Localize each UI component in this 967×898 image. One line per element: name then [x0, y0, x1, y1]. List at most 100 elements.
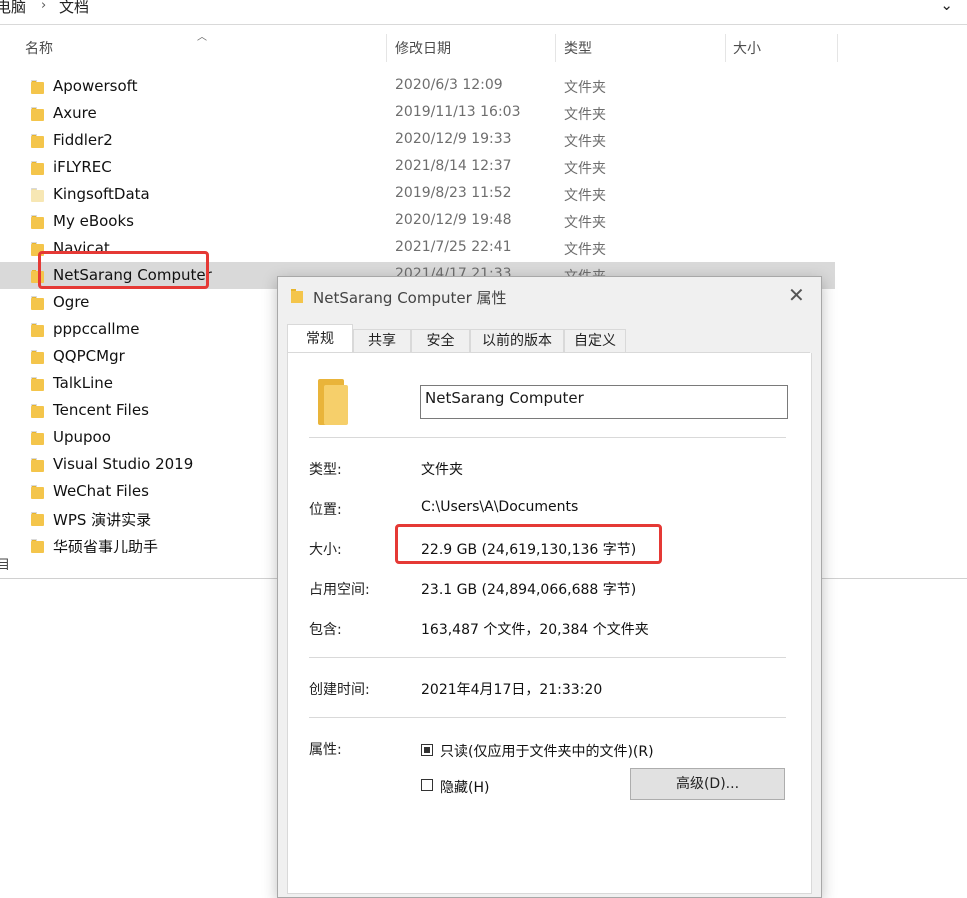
advanced-button[interactable]: 高级(D)...	[630, 768, 785, 800]
highlight-box	[395, 524, 662, 564]
file-name: Ogre	[53, 293, 90, 311]
folder-icon	[31, 296, 44, 310]
file-row[interactable]: Axure 2019/11/13 16:03 文件夹	[0, 100, 835, 127]
file-name: QQPCMgr	[53, 347, 125, 365]
dialog-title: NetSarang Computer 属性	[313, 289, 507, 307]
file-modified: 2019/8/23 11:52	[395, 185, 512, 201]
file-name: iFLYREC	[53, 158, 112, 176]
nav-pane-label: 目	[0, 558, 11, 573]
close-icon[interactable]: ✕	[788, 283, 805, 307]
folder-icon	[31, 539, 44, 553]
column-header-modified[interactable]: 修改日期	[395, 38, 451, 58]
folder-icon	[31, 512, 44, 526]
column-divider[interactable]	[555, 34, 556, 62]
column-divider[interactable]	[837, 34, 838, 62]
file-name: KingsoftData	[53, 185, 150, 203]
file-row[interactable]: KingsoftData 2019/8/23 11:52 文件夹	[0, 181, 835, 208]
separator	[309, 717, 786, 718]
file-modified: 2020/12/9 19:48	[395, 212, 512, 228]
file-name: WPS 演讲实录	[53, 511, 152, 529]
hidden-label[interactable]: 隐藏(H)	[440, 777, 489, 797]
location-value: C:\Users\A\Documents	[421, 499, 579, 515]
file-name: Upupoo	[53, 428, 111, 446]
size-label: 大小:	[309, 542, 342, 558]
column-divider[interactable]	[725, 34, 726, 62]
file-type: 文件夹	[564, 80, 606, 96]
file-modified: 2020/12/9 19:33	[395, 131, 512, 147]
tab-general[interactable]: 常规	[287, 324, 353, 354]
sort-ascending-icon: ︿	[197, 32, 207, 43]
type-value: 文件夹	[421, 462, 463, 478]
folder-icon	[31, 485, 44, 499]
column-header-name[interactable]: 名称	[25, 38, 53, 58]
folder-icon	[31, 404, 44, 418]
tab-sharing[interactable]: 共享	[353, 329, 411, 353]
folder-icon	[31, 350, 44, 364]
file-type: 文件夹	[564, 215, 606, 231]
file-row[interactable]: My eBooks 2020/12/9 19:48 文件夹	[0, 208, 835, 235]
breadcrumb-chevron-icon: ›	[41, 0, 47, 13]
breadcrumb-parent[interactable]: 电脑	[0, 0, 26, 17]
file-row[interactable]: iFLYREC 2021/8/14 12:37 文件夹	[0, 154, 835, 181]
folder-icon	[31, 377, 44, 391]
folder-large-icon	[314, 379, 348, 425]
file-name: My eBooks	[53, 212, 134, 230]
address-bar[interactable]: 电脑 › 文档 ⌄	[0, 0, 967, 25]
file-name: pppccallme	[53, 320, 140, 338]
folder-icon	[31, 80, 44, 94]
contains-value: 163,487 个文件，20,384 个文件夹	[421, 622, 649, 638]
tab-previous-versions[interactable]: 以前的版本	[470, 329, 564, 353]
type-label: 类型:	[309, 462, 342, 478]
file-type: 文件夹	[564, 242, 606, 258]
file-type: 文件夹	[564, 134, 606, 150]
readonly-label[interactable]: 只读(仅应用于文件夹中的文件)(R)	[440, 741, 654, 761]
folder-icon	[31, 458, 44, 472]
contains-label: 包含:	[309, 622, 342, 638]
folder-icon	[31, 161, 44, 175]
file-modified: 2021/7/25 22:41	[395, 239, 512, 255]
tab-customize[interactable]: 自定义	[564, 329, 626, 353]
file-modified: 2019/11/13 16:03	[395, 104, 521, 120]
highlight-box	[38, 251, 209, 289]
file-type: 文件夹	[564, 107, 606, 123]
file-modified: 2020/6/3 12:09	[395, 77, 503, 93]
disk-size-label: 占用空间:	[309, 582, 370, 598]
disk-size-value: 23.1 GB (24,894,066,688 字节)	[421, 582, 637, 598]
file-name: Visual Studio 2019	[53, 455, 194, 473]
breadcrumb-current[interactable]: 文档	[59, 0, 89, 17]
file-name: Fiddler2	[53, 131, 113, 149]
hidden-checkbox[interactable]	[421, 779, 433, 791]
file-name: TalkLine	[53, 374, 113, 392]
file-type: 文件夹	[564, 188, 606, 204]
location-label: 位置:	[309, 502, 342, 518]
file-name: WeChat Files	[53, 482, 149, 500]
file-modified: 2021/8/14 12:37	[395, 158, 512, 174]
properties-dialog: NetSarang Computer 属性 ✕ 常规 共享 安全 以前的版本 自…	[277, 276, 822, 898]
chevron-down-icon[interactable]: ⌄	[940, 0, 953, 14]
readonly-checkbox[interactable]	[421, 744, 433, 756]
tab-security[interactable]: 安全	[411, 329, 470, 353]
folder-icon	[291, 289, 303, 303]
column-divider[interactable]	[386, 34, 387, 62]
file-name: Apowersoft	[53, 77, 138, 95]
column-header-size[interactable]: 大小	[733, 38, 761, 58]
folder-icon	[31, 107, 44, 121]
attributes-label: 属性:	[309, 742, 342, 758]
folder-icon	[31, 431, 44, 445]
folder-icon	[31, 188, 44, 202]
column-header-type[interactable]: 类型	[564, 38, 592, 58]
file-row[interactable]: Apowersoft 2020/6/3 12:09 文件夹	[0, 73, 835, 100]
folder-icon	[31, 323, 44, 337]
separator	[309, 437, 786, 438]
separator	[309, 657, 786, 658]
file-type: 文件夹	[564, 161, 606, 177]
created-value: 2021年4月17日，21:33:20	[421, 682, 603, 698]
folder-icon	[31, 215, 44, 229]
file-name: Tencent Files	[53, 401, 149, 419]
folder-icon	[31, 134, 44, 148]
file-row[interactable]: Fiddler2 2020/12/9 19:33 文件夹	[0, 127, 835, 154]
created-label: 创建时间:	[309, 682, 370, 698]
file-name: 华硕省事儿助手	[53, 538, 159, 553]
file-name: Axure	[53, 104, 97, 122]
folder-name-field[interactable]: NetSarang Computer	[420, 385, 788, 419]
